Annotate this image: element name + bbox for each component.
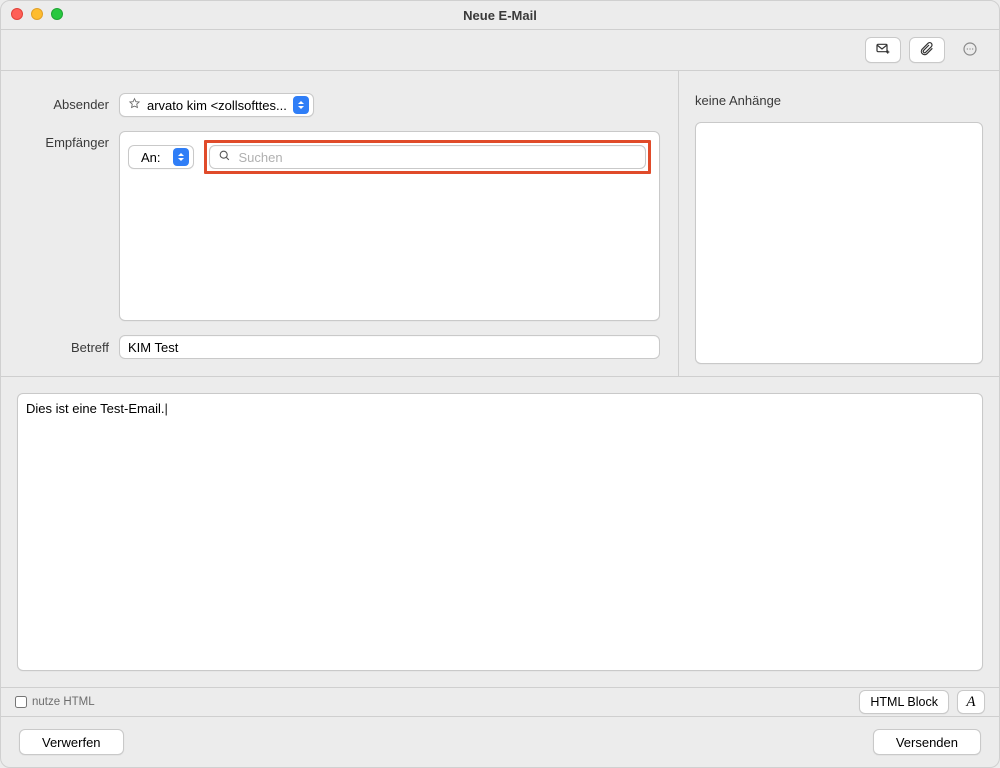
paperclip-icon <box>919 41 935 60</box>
attachments-title: keine Anhänge <box>695 93 983 108</box>
header-region: Absender arvato kim <zollsofttes... <box>1 71 999 377</box>
recipient-type-label: An: <box>141 150 161 165</box>
sender-selected-text: arvato kim <zollsofttes... <box>147 98 287 113</box>
attachments-dropzone[interactable] <box>695 122 983 364</box>
attachments-pane: keine Anhänge <box>679 71 999 376</box>
use-html-checkbox-input[interactable] <box>15 696 27 708</box>
footer: Verwerfen Versenden <box>1 717 999 767</box>
window-minimize-button[interactable] <box>31 8 43 20</box>
recipient-search-input[interactable] <box>237 149 637 166</box>
subject-row: Betreff <box>19 335 660 359</box>
subject-input[interactable] <box>119 335 660 359</box>
send-label: Versenden <box>896 735 958 750</box>
recipients-row: Empfänger An: <box>19 131 660 321</box>
sender-label: Absender <box>19 93 119 112</box>
star-icon <box>128 97 141 113</box>
body-region: Dies ist eine Test-Email. <box>1 377 999 688</box>
sender-select[interactable]: arvato kim <zollsofttes... <box>119 93 314 117</box>
search-icon <box>218 149 231 165</box>
window-close-button[interactable] <box>11 8 23 20</box>
subject-label: Betreff <box>19 335 119 355</box>
header-form: Absender arvato kim <zollsofttes... <box>1 71 679 376</box>
font-button[interactable]: A <box>957 690 985 714</box>
recipients-panel: An: <box>119 131 660 321</box>
more-icon <box>962 41 978 60</box>
toolbar <box>1 30 999 71</box>
use-html-label: nutze HTML <box>32 696 95 708</box>
titlebar: Neue E-Mail <box>1 1 999 30</box>
window-title: Neue E-Mail <box>463 8 537 23</box>
use-html-checkbox[interactable]: nutze HTML <box>15 696 95 708</box>
recipient-search-highlight <box>204 140 651 174</box>
body-editor[interactable]: Dies ist eine Test-Email. <box>17 393 983 671</box>
send-button[interactable]: Versenden <box>873 729 981 755</box>
html-block-label: HTML Block <box>870 695 938 709</box>
discard-button[interactable]: Verwerfen <box>19 729 124 755</box>
select-stepper-icon <box>173 148 189 166</box>
body-text: Dies ist eine Test-Email. <box>26 401 168 416</box>
recipient-search-field[interactable] <box>209 145 646 169</box>
discard-label: Verwerfen <box>42 735 101 750</box>
send-options-button[interactable] <box>865 37 901 63</box>
sender-row: Absender arvato kim <zollsofttes... <box>19 93 660 117</box>
options-row: nutze HTML HTML Block A <box>1 688 999 717</box>
recipient-type-select[interactable]: An: <box>128 145 194 169</box>
select-stepper-icon <box>293 96 309 114</box>
envelope-add-icon <box>875 41 891 60</box>
font-icon: A <box>966 694 975 711</box>
compose-window: Neue E-Mail <box>0 0 1000 768</box>
attach-button[interactable] <box>909 37 945 63</box>
recipients-label: Empfänger <box>19 131 119 150</box>
more-options-button[interactable] <box>953 38 987 62</box>
window-zoom-button[interactable] <box>51 8 63 20</box>
traffic-lights <box>11 8 63 20</box>
html-block-button[interactable]: HTML Block <box>859 690 949 714</box>
